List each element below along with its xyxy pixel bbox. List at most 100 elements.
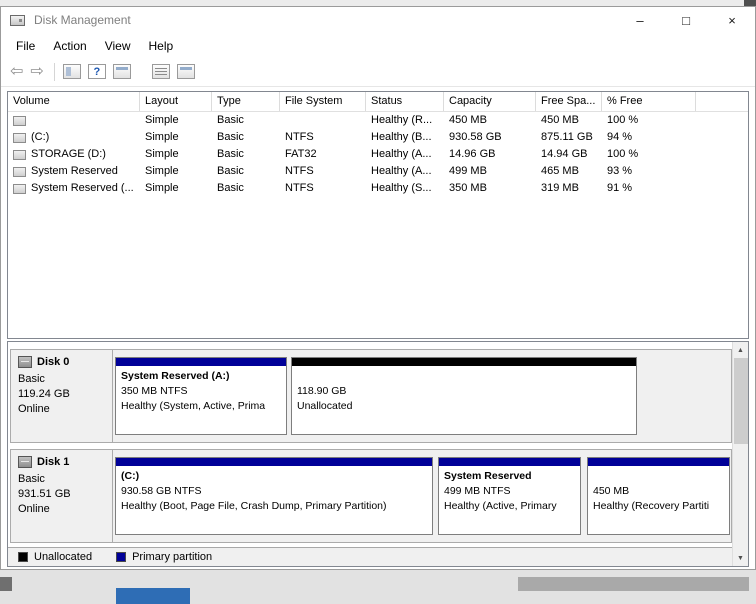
disk-size: 931.51 GB [18, 488, 71, 500]
volume-row[interactable]: System Reserved Simple Basic NTFS Health… [8, 163, 748, 180]
partition-size: 450 MB [593, 485, 630, 497]
partition-color-bar [292, 358, 636, 366]
column-header-pct-free[interactable]: % Free [602, 92, 696, 111]
column-header-file-system[interactable]: File System [280, 92, 366, 111]
title-bar[interactable]: Disk Management – □ × [1, 7, 755, 33]
cell-file-system: NTFS [285, 165, 314, 177]
partition-color-bar [588, 458, 729, 466]
volume-name: System Reserved (... [31, 182, 134, 194]
disk-0-partitions: System Reserved (A:) 350 MB NTFS Healthy… [113, 350, 731, 442]
volume-row[interactable]: System Reserved (... Simple Basic NTFS H… [8, 180, 748, 197]
cell-free-space: 465 MB [541, 165, 579, 177]
cell-free-space: 14.94 GB [541, 148, 588, 160]
background-fragment [0, 577, 12, 591]
volume-table-header: Volume Layout Type File System Status Ca… [8, 92, 748, 112]
display-options-icon[interactable] [176, 64, 195, 79]
menu-bar: File Action View Help [1, 34, 755, 57]
graphical-view-pane: Disk 0 Basic 119.24 GB Online System Res… [7, 341, 749, 567]
disk-icon [18, 456, 32, 468]
cell-capacity: 14.96 GB [449, 148, 496, 160]
console-tree-icon[interactable] [62, 64, 81, 79]
volume-row[interactable]: STORAGE (D:) Simple Basic FAT32 Healthy … [8, 146, 748, 163]
unallocated-swatch [18, 552, 28, 562]
scroll-up-icon[interactable]: ▲ [733, 342, 748, 358]
disk-management-window: Disk Management – □ × File Action View H… [0, 6, 756, 570]
cell-pct-free: 100 % [607, 148, 639, 160]
cell-capacity: 930.58 GB [449, 131, 502, 143]
partition-recovery[interactable]: 450 MB Healthy (Recovery Partiti [587, 457, 730, 535]
cell-layout: Simple [145, 131, 179, 143]
action-pane-icon[interactable] [112, 64, 131, 79]
cell-volume: System Reserved (... [8, 180, 140, 197]
cell-file-system: NTFS [285, 182, 314, 194]
column-header-capacity[interactable]: Capacity [444, 92, 536, 111]
cell-volume: STORAGE (D:) [8, 146, 140, 163]
minimize-button[interactable]: – [617, 7, 663, 33]
menu-help[interactable]: Help [140, 36, 183, 56]
column-header-status[interactable]: Status [366, 92, 444, 111]
partition-info: 118.90 GB Unallocated [292, 366, 636, 414]
volume-icon [13, 149, 26, 160]
help-icon[interactable]: ? [87, 64, 106, 79]
partition-c-drive[interactable]: (C:) 930.58 GB NTFS Healthy (Boot, Page … [115, 457, 433, 535]
volume-row[interactable]: (C:) Simple Basic NTFS Healthy (B... 930… [8, 129, 748, 146]
volume-icon [13, 166, 26, 177]
legend-label: Unallocated [34, 551, 93, 563]
partition-status: Healthy (Recovery Partiti [593, 500, 710, 512]
cell-pct-free: 93 % [607, 165, 633, 177]
column-header-layout[interactable]: Layout [140, 92, 212, 111]
disk-0-info[interactable]: Disk 0 Basic 119.24 GB Online [11, 350, 113, 442]
partition-size: 118.90 GB [297, 385, 347, 397]
background-taskbar-fragment [116, 588, 190, 604]
disk-1-partitions: (C:) 930.58 GB NTFS Healthy (Boot, Page … [113, 450, 731, 542]
scroll-down-icon[interactable]: ▼ [733, 550, 748, 566]
cell-capacity: 499 MB [449, 165, 487, 177]
column-header-type[interactable]: Type [212, 92, 280, 111]
scrollbar-thumb[interactable] [734, 358, 748, 444]
partition-status: Healthy (Active, Primary [444, 500, 557, 512]
volume-list-pane: Volume Layout Type File System Status Ca… [7, 91, 749, 339]
properties-icon[interactable] [151, 64, 170, 79]
vertical-scrollbar[interactable]: ▲ ▼ [732, 342, 748, 566]
cell-volume: (C:) [8, 129, 140, 146]
cell-file-system [280, 112, 366, 129]
volume-icon [13, 132, 26, 143]
caption-buttons: – □ × [617, 7, 755, 33]
partition-system-reserved-a[interactable]: System Reserved (A:) 350 MB NTFS Healthy… [115, 357, 287, 435]
partition-color-bar [116, 458, 432, 466]
cell-status: Healthy (A... [371, 165, 432, 177]
cell-capacity: 350 MB [449, 182, 487, 194]
cell-layout: Simple [145, 182, 179, 194]
menu-view[interactable]: View [96, 36, 140, 56]
menu-file[interactable]: File [7, 36, 44, 56]
partition-unallocated[interactable]: 118.90 GB Unallocated [291, 357, 637, 435]
cell-layout: Simple [145, 148, 179, 160]
disk-name: Disk 1 [37, 456, 70, 468]
partition-color-bar [116, 358, 286, 366]
background-window-fragment [518, 577, 749, 591]
column-header-free-space[interactable]: Free Spa... [536, 92, 602, 111]
primary-partition-swatch [116, 552, 127, 562]
cell-type: Basic [217, 148, 244, 160]
volume-row[interactable]: Simple Basic Healthy (R... 450 MB 450 MB… [8, 112, 748, 129]
menu-action[interactable]: Action [44, 36, 95, 56]
cell-layout: Simple [145, 165, 179, 177]
maximize-button[interactable]: □ [663, 7, 709, 33]
disk-icon [18, 356, 32, 368]
volume-icon [13, 115, 26, 126]
cell-pct-free: 91 % [607, 182, 633, 194]
forward-icon[interactable]: ⇨ [30, 63, 43, 80]
partition-info: (C:) 930.58 GB NTFS Healthy (Boot, Page … [116, 466, 432, 514]
column-header-volume[interactable]: Volume [8, 92, 140, 111]
partition-system-reserved[interactable]: System Reserved 499 MB NTFS Healthy (Act… [438, 457, 581, 535]
partition-status: Healthy (System, Active, Prima [121, 400, 266, 412]
partition-size: 930.58 GB NTFS [121, 485, 202, 497]
screen: Disk Management – □ × File Action View H… [0, 0, 756, 604]
cell-volume: System Reserved [8, 163, 140, 180]
close-button[interactable]: × [709, 7, 755, 33]
disk-1-info[interactable]: Disk 1 Basic 931.51 GB Online [11, 450, 113, 542]
volume-name: (C:) [31, 131, 50, 143]
toolbar: ⇦ ⇨ ? [1, 57, 755, 87]
back-icon[interactable]: ⇦ [10, 63, 23, 80]
partition-info: 450 MB Healthy (Recovery Partiti [588, 466, 729, 514]
